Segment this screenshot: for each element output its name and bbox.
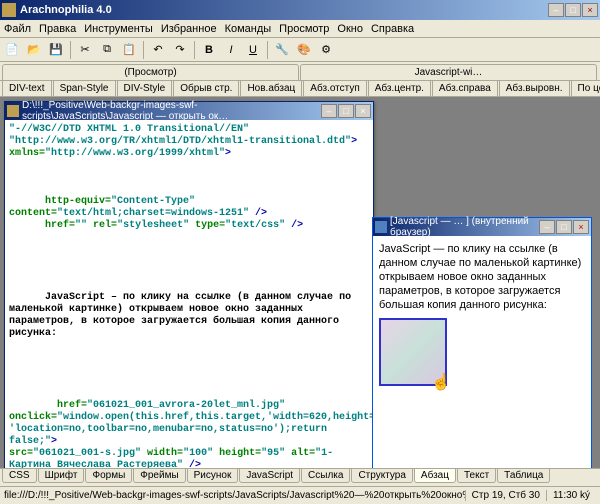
statusbar: file:///D:/!!!_Positive/Web-backgr-image… — [0, 486, 600, 504]
code-editor[interactable]: "-//W3C//DTD XHTML 1.0 Transitional//EN"… — [5, 120, 373, 472]
status-time: 11:30 ký — [546, 490, 596, 501]
bottom-tab-Структура[interactable]: Структура — [351, 469, 412, 483]
menu-tools[interactable]: Инструменты — [84, 23, 153, 35]
close-button[interactable]: × — [582, 3, 598, 17]
bottom-tab-Фреймы[interactable]: Фреймы — [133, 469, 185, 483]
save-icon[interactable]: 💾 — [46, 40, 66, 60]
cut-icon[interactable]: ✂ — [75, 40, 95, 60]
toolbar: 📄 📂 💾 ✂ ⧉ 📋 ↶ ↷ B I U 🔧 🎨 ⚙ — [0, 38, 600, 62]
workspace: D:\!!!_Positive\Web-backgr-images-swf-sc… — [0, 97, 600, 477]
toolbar-separator — [143, 41, 144, 59]
italic-icon[interactable]: I — [221, 40, 241, 60]
toolbar-separator — [267, 41, 268, 59]
browser-title-text: [Javascript — … ] (внутренний браузер) — [390, 216, 539, 238]
open-icon[interactable]: 📂 — [24, 40, 44, 60]
browser-minimize-button[interactable]: – — [539, 220, 555, 234]
bottom-tab-Формы[interactable]: Формы — [85, 469, 132, 483]
redo-icon[interactable]: ↷ — [170, 40, 190, 60]
browser-icon — [375, 221, 387, 233]
format-tab-7[interactable]: Абз.справа — [432, 81, 498, 96]
menu-file[interactable]: Файл — [4, 23, 31, 35]
status-cursor: Стр 19, Стб 30 — [465, 490, 546, 501]
bold-icon[interactable]: B — [199, 40, 219, 60]
format-tab-5[interactable]: Абз.отступ — [303, 81, 366, 96]
menu-edit[interactable]: Правка — [39, 23, 76, 35]
format-tab-1[interactable]: Span-Style — [53, 81, 116, 96]
browser-close-button[interactable]: × — [573, 220, 589, 234]
toolbar-separator — [70, 41, 71, 59]
menu-help[interactable]: Справка — [371, 23, 414, 35]
code-editor-window: D:\!!!_Positive\Web-backgr-images-swf-sc… — [4, 101, 374, 473]
tool2-icon[interactable]: ⚙ — [316, 40, 336, 60]
code-window-title: D:\!!!_Positive\Web-backgr-images-swf-sc… — [22, 100, 321, 122]
mdi-minimize-button[interactable]: – — [321, 104, 337, 118]
color-icon[interactable]: 🎨 — [294, 40, 314, 60]
format-tab-6[interactable]: Абз.центр. — [368, 81, 431, 96]
bottom-tab-Шрифт[interactable]: Шрифт — [38, 469, 85, 483]
bottom-tab-CSS[interactable]: CSS — [2, 469, 37, 483]
underline-icon[interactable]: U — [243, 40, 263, 60]
top-tab-row: (Просмотр) Javascript-wi… — [0, 62, 600, 81]
mdi-maximize-button[interactable]: □ — [338, 104, 354, 118]
format-tab-4[interactable]: Нов.абзац — [240, 81, 302, 96]
menu-commands[interactable]: Команды — [225, 23, 272, 35]
format-tab-8[interactable]: Абз.выровн. — [499, 81, 570, 96]
menu-window[interactable]: Окно — [337, 23, 363, 35]
bottom-tab-row: CSSШрифтФормыФреймыРисунокJavaScriptСсыл… — [0, 468, 600, 486]
hand-cursor-icon: ☝ — [431, 376, 451, 390]
code-window-titlebar: D:\!!!_Positive\Web-backgr-images-swf-sc… — [5, 102, 373, 120]
app-titlebar: Arachnophilia 4.0 – □ × — [0, 0, 600, 20]
bottom-tab-Таблица[interactable]: Таблица — [497, 469, 550, 483]
paste-icon[interactable]: 📋 — [119, 40, 139, 60]
internal-browser-window: [Javascript — … ] (внутренний браузер) –… — [372, 217, 592, 475]
menubar: Файл Правка Инструменты Избранное Команд… — [0, 20, 600, 38]
browser-maximize-button[interactable]: □ — [556, 220, 572, 234]
menu-view[interactable]: Просмотр — [279, 23, 329, 35]
bottom-tab-Текст[interactable]: Текст — [457, 469, 496, 483]
preview-image-link[interactable]: ☝ — [379, 318, 447, 386]
format-tab-9[interactable]: По центру — [571, 81, 600, 96]
bottom-tab-Абзац[interactable]: Абзац — [414, 469, 456, 483]
toolbar-separator — [194, 41, 195, 59]
app-icon — [2, 3, 16, 17]
mdi-close-button[interactable]: × — [355, 104, 371, 118]
menu-favorites[interactable]: Избранное — [161, 23, 217, 35]
browser-viewport: JavaScript — по клику на ссылке (в данно… — [373, 236, 591, 474]
bottom-tab-JavaScript[interactable]: JavaScript — [239, 469, 300, 483]
browser-paragraph: JavaScript — по клику на ссылке (в данно… — [379, 242, 585, 312]
doc-icon — [7, 105, 19, 117]
app-title: Arachnophilia 4.0 — [20, 4, 548, 16]
format-tab-2[interactable]: DIV-Style — [117, 81, 173, 96]
status-path: file:///D:/!!!_Positive/Web-backgr-image… — [4, 490, 465, 501]
format-tab-3[interactable]: Обрыв стр. — [173, 81, 239, 96]
format-tab-row: DIV-textSpan-StyleDIV-StyleОбрыв стр.Нов… — [0, 81, 600, 97]
bottom-tab-Ссылка[interactable]: Ссылка — [301, 469, 350, 483]
tab-preview[interactable]: (Просмотр) — [2, 64, 299, 80]
browser-titlebar: [Javascript — … ] (внутренний браузер) –… — [373, 218, 591, 236]
undo-icon[interactable]: ↶ — [148, 40, 168, 60]
tab-javascript-wi[interactable]: Javascript-wi… — [300, 64, 597, 80]
format-tab-0[interactable]: DIV-text — [2, 81, 52, 96]
tool-icon[interactable]: 🔧 — [272, 40, 292, 60]
minimize-button[interactable]: – — [548, 3, 564, 17]
maximize-button[interactable]: □ — [565, 3, 581, 17]
copy-icon[interactable]: ⧉ — [97, 40, 117, 60]
new-file-icon[interactable]: 📄 — [2, 40, 22, 60]
bottom-tab-Рисунок[interactable]: Рисунок — [187, 469, 239, 483]
